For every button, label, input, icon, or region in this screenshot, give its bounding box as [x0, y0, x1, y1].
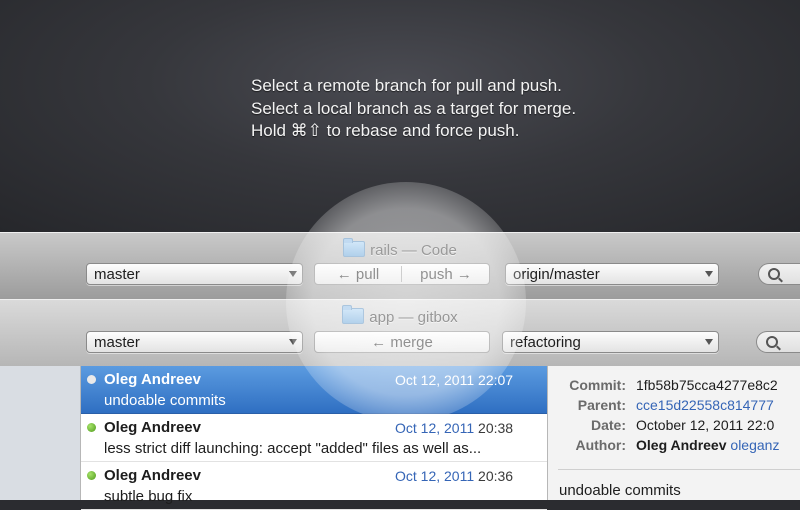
commit-status-dot [87, 375, 96, 384]
toolbar-gitbox: app — gitbox master ← merge refactoring [0, 299, 800, 367]
hint-line-1: Select a remote branch for pull and push… [251, 76, 562, 95]
chevron-down-icon [289, 339, 297, 345]
detail-parent-row: Parent: cce15d22558c814777 [548, 397, 800, 417]
pull-push-segmented: ← pull push → [314, 263, 490, 285]
detail-key: Commit: [569, 377, 626, 393]
commit-row[interactable]: Oleg Andreev Oct 12, 2011 20:38 less str… [81, 414, 547, 462]
hint-overlay: Select a remote branch for pull and push… [0, 0, 800, 232]
commit-author: Oleg Andreev [104, 371, 201, 388]
commit-time: 20:38 [478, 420, 514, 436]
merge-button[interactable]: ← merge [314, 331, 490, 353]
local-branch-label: master [94, 266, 140, 283]
commit-date-day: Oct 12, 2011 [395, 468, 475, 484]
detail-date-row: Date: October 12, 2011 22:0 [548, 417, 800, 437]
window-title-gitbox: app — gitbox [0, 305, 800, 326]
local-branch-label: master [94, 334, 140, 351]
search-icon [768, 268, 780, 280]
sidebar[interactable] [0, 366, 81, 500]
commit-message: subtle bug fix [104, 488, 193, 505]
commit-date-day: Oct 12, 2011 [395, 420, 475, 436]
target-branch-label: refactoring [510, 334, 581, 351]
commit-date: Oct 12, 2011 20:38 [395, 420, 513, 436]
chevron-down-icon [289, 271, 297, 277]
commit-author: Oleg Andreev [104, 419, 201, 436]
pull-button[interactable]: ← pull [315, 264, 401, 285]
commit-message-full: undoable commits [559, 482, 681, 499]
window-title-text: rails — Code [370, 242, 457, 259]
detail-key: Author: [575, 437, 626, 453]
commit-message: less strict diff launching: accept "adde… [104, 440, 482, 457]
merge-button-label: ← merge [371, 334, 433, 351]
author-value: Oleg Andreev oleganz [636, 437, 779, 453]
folder-icon [342, 305, 365, 324]
detail-key: Parent: [577, 397, 626, 413]
toolbar-rails: rails — Code master ← pull push → origin… [0, 232, 800, 300]
commit-date-day: Oct 12, 2011 [395, 372, 475, 388]
commit-date: Oct 12, 2011 20:36 [395, 468, 513, 484]
commit-list: Oleg Andreev Oct 12, 2011 22:07 undoable… [81, 366, 548, 510]
detail-commit-row: Commit: 1fb58b75cca4277e8c2 [548, 377, 800, 397]
hint-line-3: Hold ⌘⇧ to rebase and force push. [251, 121, 520, 140]
remote-branch-popup[interactable]: origin/master [505, 263, 719, 285]
commit-message: undoable commits [104, 392, 226, 409]
folder-icon [343, 238, 366, 257]
commit-status-dot [87, 423, 96, 432]
search-field[interactable] [758, 263, 800, 285]
commit-row[interactable]: Oleg Andreev Oct 12, 2011 22:07 undoable… [81, 366, 547, 414]
push-button[interactable]: push → [402, 264, 490, 285]
hint-line-2: Select a local branch as a target for me… [251, 98, 577, 118]
target-branch-popup[interactable]: refactoring [502, 331, 719, 353]
commit-hash[interactable]: 1fb58b75cca4277e8c2 [636, 377, 778, 393]
window-title-rails: rails — Code [0, 238, 800, 259]
commit-status-dot [87, 471, 96, 480]
parent-link[interactable]: cce15d22558c814777 [636, 397, 774, 413]
hint-text: Select a remote branch for pull and push… [251, 75, 576, 143]
author-link[interactable]: oleganz [730, 437, 779, 453]
commit-row[interactable]: Oleg Andreev Oct 12, 2011 20:36 subtle b… [81, 462, 547, 510]
commit-details: Commit: 1fb58b75cca4277e8c2 Parent: cce1… [548, 366, 800, 500]
author-name: Oleg Andreev [636, 437, 727, 453]
commit-time: 20:36 [478, 468, 514, 484]
chevron-down-icon [705, 339, 713, 345]
local-branch-popup[interactable]: master [86, 331, 303, 353]
commit-time: 22:07 [478, 372, 514, 388]
divider [558, 469, 800, 470]
commit-date-full: October 12, 2011 22:0 [636, 417, 775, 433]
commit-date: Oct 12, 2011 22:07 [395, 372, 513, 388]
detail-author-row: Author: Oleg Andreev oleganz [548, 437, 800, 457]
local-branch-popup[interactable]: master [86, 263, 303, 285]
window-title-text: app — gitbox [369, 309, 458, 326]
search-field[interactable] [756, 331, 800, 353]
commit-author: Oleg Andreev [104, 467, 201, 484]
detail-key: Date: [590, 417, 626, 433]
search-icon [766, 336, 778, 348]
chevron-down-icon [705, 271, 713, 277]
remote-branch-label: origin/master [513, 266, 600, 283]
